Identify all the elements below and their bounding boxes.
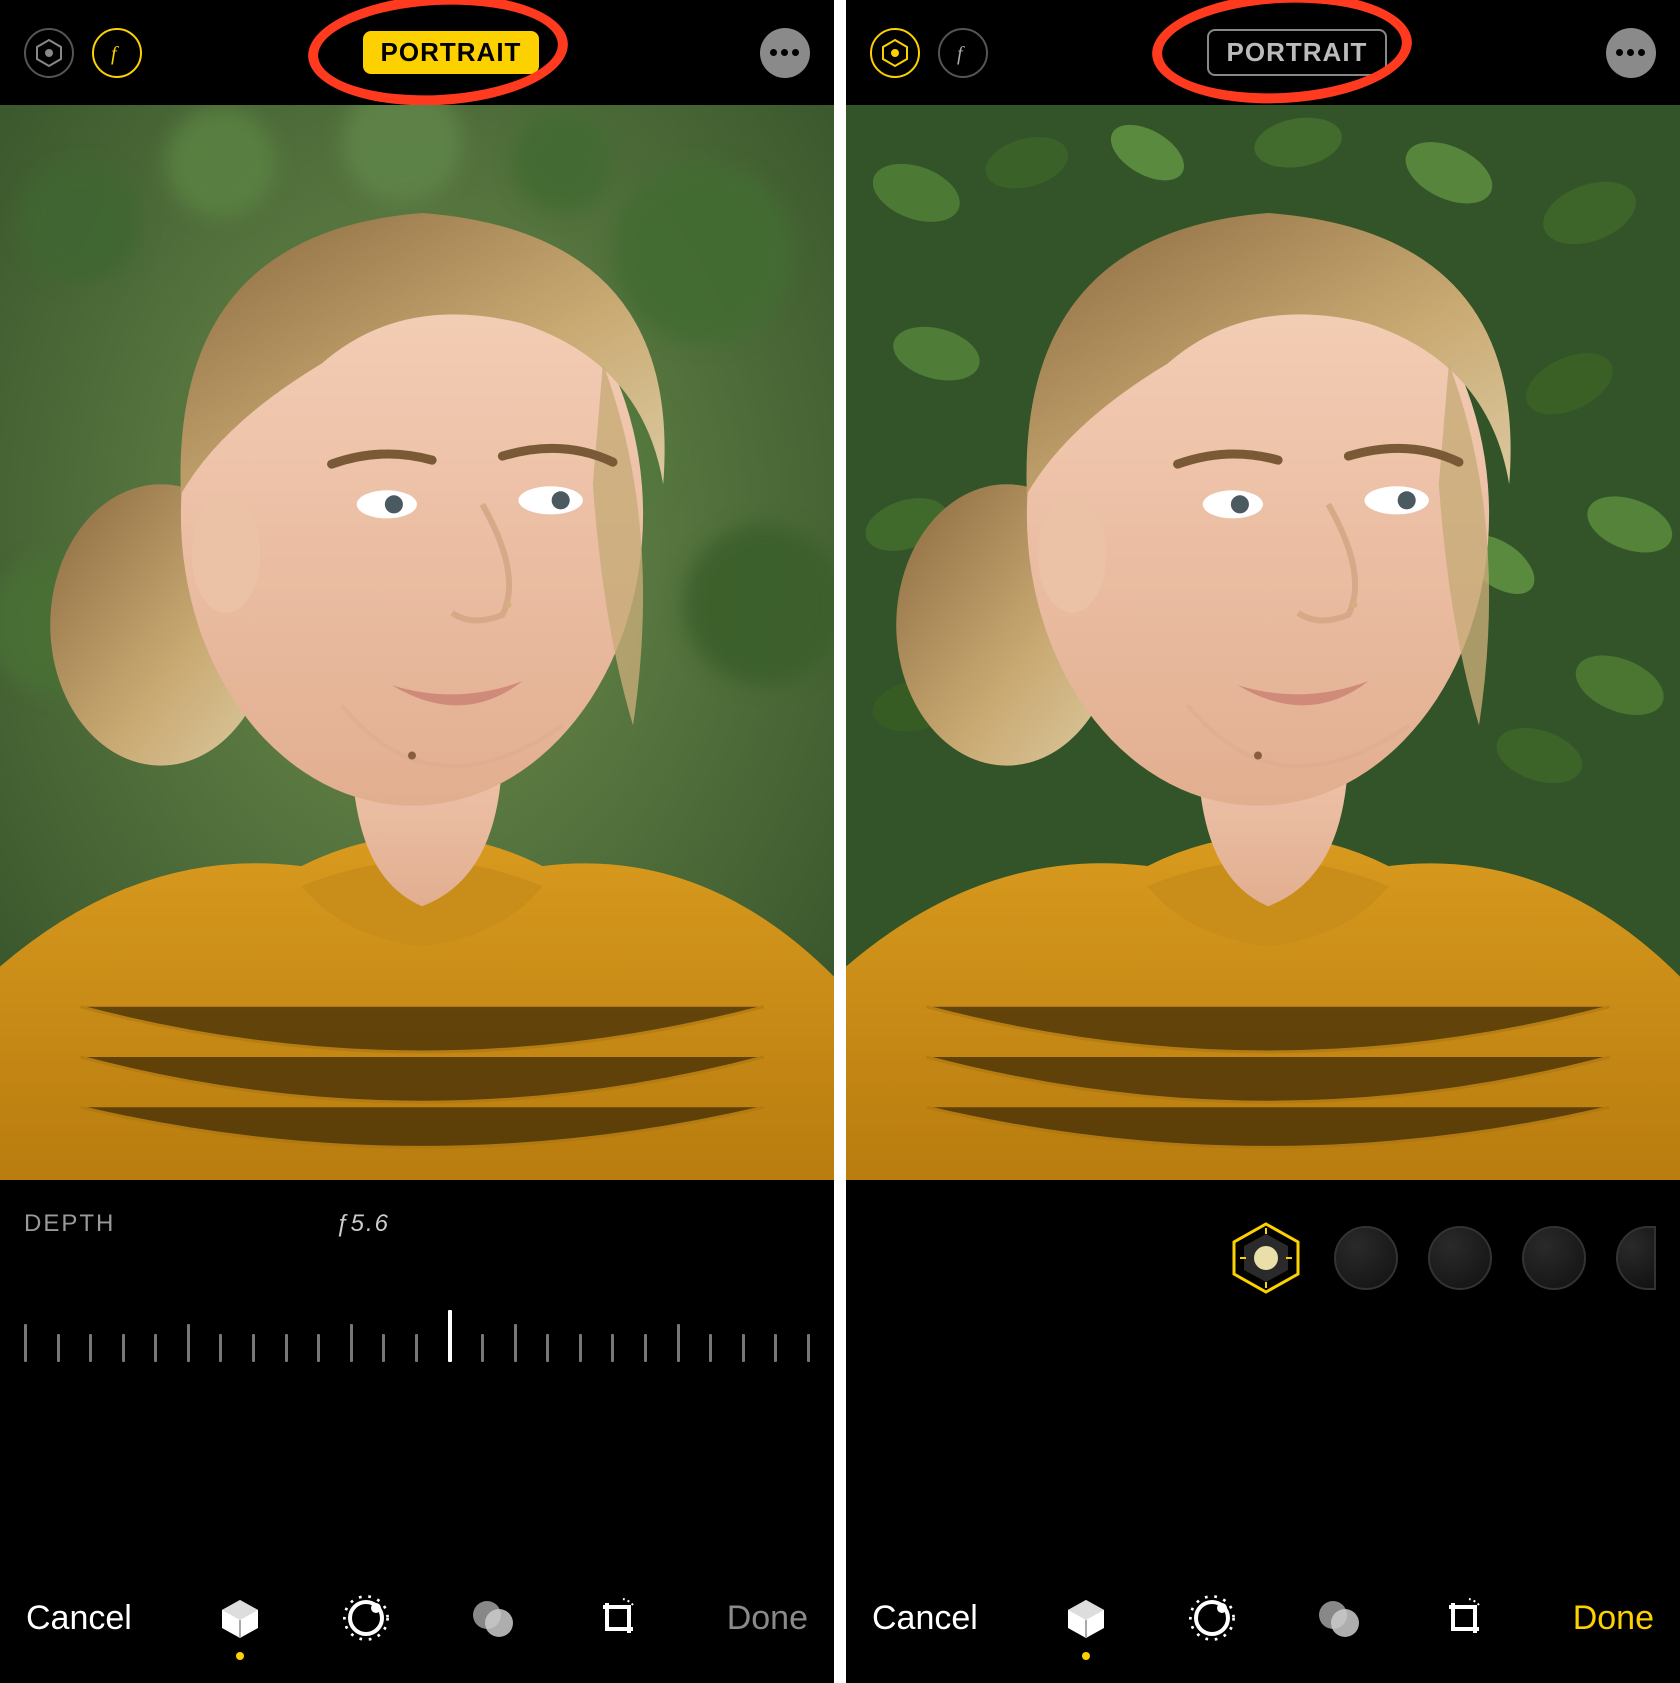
done-button[interactable]: Done bbox=[1573, 1599, 1654, 1638]
lighting-option-natural[interactable] bbox=[1228, 1220, 1304, 1296]
portrait-mode-badge[interactable]: PORTRAIT bbox=[1207, 29, 1388, 76]
bottom-toolbar: Cancel Done bbox=[0, 1553, 834, 1683]
selected-tool-dot bbox=[1082, 1652, 1090, 1660]
depth-label: DEPTH bbox=[24, 1210, 115, 1238]
top-bar: f PORTRAIT bbox=[0, 0, 834, 105]
lighting-option[interactable] bbox=[1522, 1226, 1586, 1290]
crop-rotate-icon[interactable] bbox=[1436, 1590, 1492, 1646]
lighting-option[interactable] bbox=[1616, 1226, 1656, 1290]
adjust-dial-icon[interactable] bbox=[1184, 1590, 1240, 1646]
photo-preview[interactable] bbox=[0, 105, 834, 1180]
portrait-lighting-icon[interactable] bbox=[870, 28, 920, 78]
done-button[interactable]: Done bbox=[727, 1599, 808, 1638]
lighting-cube-icon[interactable] bbox=[212, 1590, 268, 1646]
filters-circles-icon[interactable] bbox=[1310, 1590, 1366, 1646]
portrait-mode-badge[interactable]: PORTRAIT bbox=[363, 31, 540, 74]
bottom-toolbar: Cancel Done bbox=[846, 1553, 1680, 1683]
depth-value: ƒ5.6 bbox=[335, 1210, 390, 1238]
more-button[interactable] bbox=[760, 28, 810, 78]
photo-preview[interactable] bbox=[846, 105, 1680, 1180]
phone-screen-left: f PORTRAIT bbox=[0, 0, 834, 1683]
phone-screen-right: f PORTRAIT bbox=[846, 0, 1680, 1683]
cancel-button[interactable]: Cancel bbox=[872, 1599, 978, 1638]
svg-text:f: f bbox=[957, 43, 965, 65]
crop-rotate-icon[interactable] bbox=[590, 1590, 646, 1646]
selected-tool-dot bbox=[236, 1652, 244, 1660]
lighting-option[interactable] bbox=[1428, 1226, 1492, 1290]
depth-slider[interactable] bbox=[24, 1308, 810, 1362]
portrait-lighting-icon[interactable] bbox=[24, 28, 74, 78]
depth-slider-marker[interactable] bbox=[448, 1310, 452, 1362]
top-bar: f PORTRAIT bbox=[846, 0, 1680, 105]
more-button[interactable] bbox=[1606, 28, 1656, 78]
lighting-cube-icon[interactable] bbox=[1058, 1590, 1114, 1646]
filters-circles-icon[interactable] bbox=[464, 1590, 520, 1646]
adjust-dial-icon[interactable] bbox=[338, 1590, 394, 1646]
lighting-option[interactable] bbox=[1334, 1226, 1398, 1290]
aperture-f-icon[interactable]: f bbox=[92, 28, 142, 78]
lighting-style-carousel[interactable] bbox=[870, 1220, 1656, 1296]
lighting-controls bbox=[846, 1180, 1680, 1553]
svg-text:f: f bbox=[111, 43, 119, 65]
aperture-f-icon[interactable]: f bbox=[938, 28, 988, 78]
depth-controls: DEPTH ƒ5.6 bbox=[0, 1180, 834, 1553]
cancel-button[interactable]: Cancel bbox=[26, 1599, 132, 1638]
